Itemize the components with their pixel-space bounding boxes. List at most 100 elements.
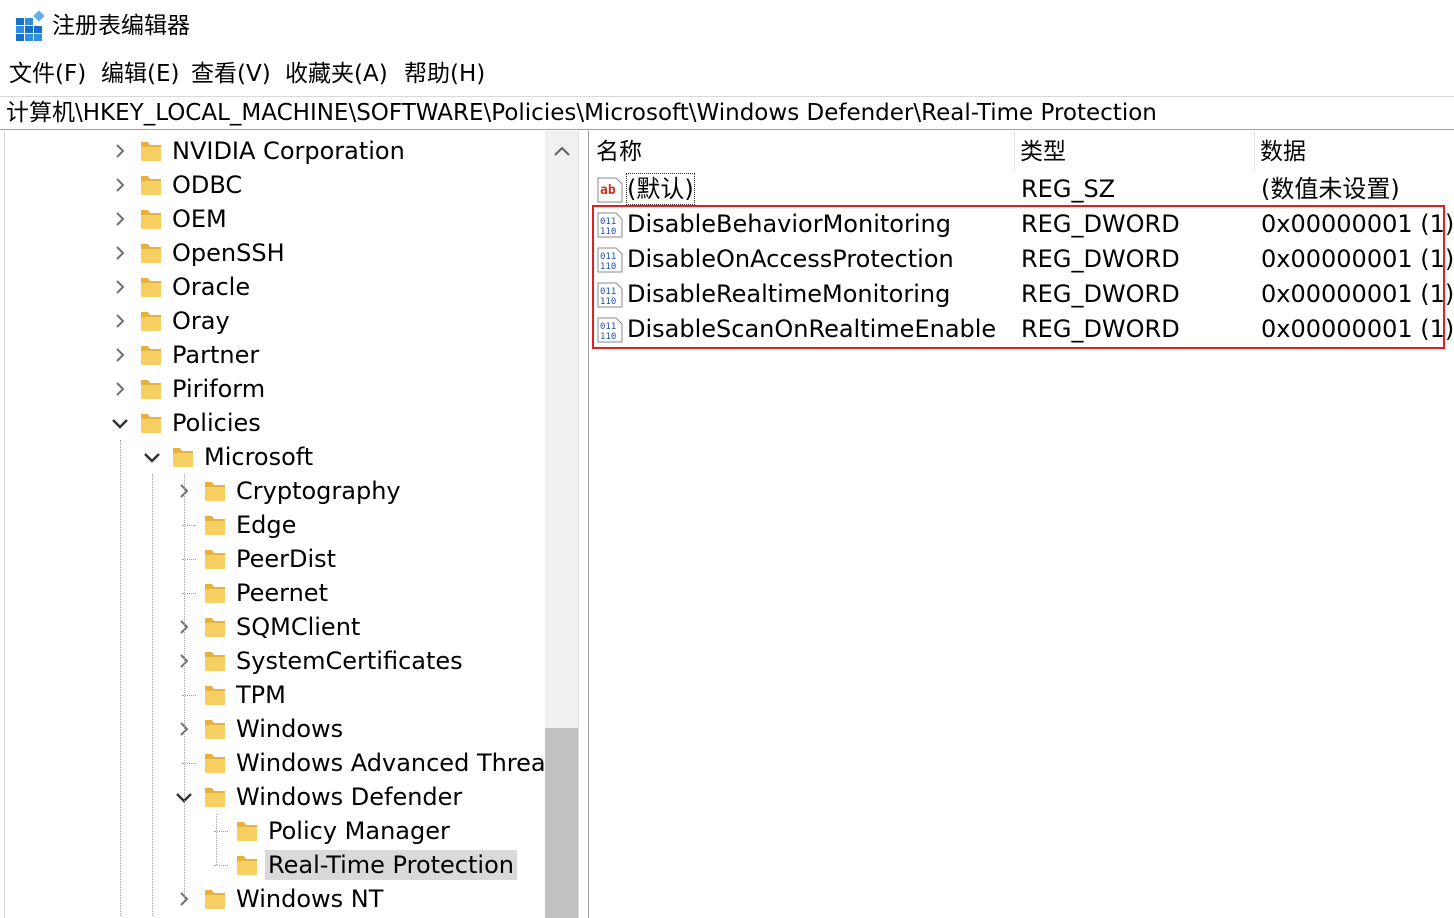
pane-splitter[interactable] [578, 131, 589, 918]
value-row[interactable]: 011 110 DisableRealtimeMonitoring REG_DWORD… [589, 277, 1454, 312]
svg-text:110: 110 [600, 332, 616, 342]
value-name: DisableScanOnRealtimeEnable [627, 315, 997, 343]
title-bar: 注册表编辑器 [0, 0, 1454, 52]
chevron-right-icon[interactable] [110, 277, 130, 297]
tree-item[interactable]: Peernet [0, 576, 545, 610]
value-type: REG_SZ [1021, 175, 1116, 203]
menu-edit[interactable]: 编辑(E) [101, 60, 179, 88]
tree-guide-line [184, 474, 185, 899]
folder-icon [140, 275, 162, 299]
binary-value-icon: 011110 [597, 317, 623, 343]
address-bar[interactable]: 计算机\HKEY_LOCAL_MACHINE\SOFTWARE\Policies… [0, 96, 1454, 130]
chevron-right-icon[interactable] [110, 175, 130, 195]
tree-item[interactable]: Microsoft [0, 440, 545, 474]
tree-item-label: SQMClient [236, 613, 361, 641]
menu-view[interactable]: 查看(V) [191, 60, 271, 88]
value-row[interactable]: 011 110 DisableScanOnRealtimeEnable REG_DWO… [589, 312, 1454, 347]
tree-item[interactable]: Cryptography [0, 474, 545, 508]
value-type: REG_DWORD [1021, 245, 1180, 273]
value-type: REG_DWORD [1021, 210, 1180, 238]
menu-bar: 文件(F) 编辑(E) 查看(V) 收藏夹(A) 帮助(H) [0, 56, 1454, 92]
chevron-down-icon[interactable] [110, 413, 130, 433]
folder-icon [140, 377, 162, 401]
tree-item[interactable]: TPM [0, 678, 545, 712]
tree-item-label: NVIDIA Corporation [172, 137, 405, 165]
tree-item[interactable]: Edge [0, 508, 545, 542]
tree-item-label: Windows [236, 715, 344, 743]
tree-item-label: Microsoft [204, 443, 314, 471]
tree-item[interactable]: SystemCertificates [0, 644, 545, 678]
folder-icon [236, 819, 258, 843]
tree-item[interactable]: SQMClient [0, 610, 545, 644]
binary-value-icon: 011110 [597, 282, 623, 308]
tree-item-label: Peernet [236, 579, 328, 607]
tree-guide-line [216, 814, 217, 865]
tree-item[interactable]: OpenSSH [0, 236, 545, 270]
tree-item[interactable]: NVIDIA Corporation [0, 134, 545, 168]
svg-text:011: 011 [600, 287, 616, 297]
folder-icon [140, 207, 162, 231]
tree-item[interactable]: Piriform [0, 372, 545, 406]
folder-icon [204, 547, 226, 571]
value-row[interactable]: 011 110 DisableOnAccessProtection REG_DWORD… [589, 242, 1454, 277]
tree-item-label: Edge [236, 511, 297, 539]
folder-icon [204, 751, 226, 775]
chevron-right-icon[interactable] [110, 209, 130, 229]
value-name: DisableBehaviorMonitoring [627, 210, 951, 238]
address-path[interactable]: 计算机\HKEY_LOCAL_MACHINE\SOFTWARE\Policies… [6, 98, 1157, 128]
column-name-header[interactable]: 名称 [596, 137, 642, 167]
folder-icon [140, 139, 162, 163]
tree-item[interactable]: Oray [0, 304, 545, 338]
svg-text:011: 011 [600, 217, 616, 227]
tree-item[interactable]: Partner [0, 338, 545, 372]
chevron-down-icon[interactable] [142, 447, 162, 467]
folder-icon [172, 445, 194, 469]
chevron-right-icon[interactable] [110, 311, 130, 331]
chevron-right-icon[interactable] [110, 345, 130, 365]
svg-text:011: 011 [600, 252, 616, 262]
tree-item-label: Cryptography [236, 477, 401, 505]
tree-item-label: SystemCertificates [236, 647, 463, 675]
menu-file[interactable]: 文件(F) [9, 60, 86, 88]
folder-icon [204, 785, 226, 809]
scroll-up-icon[interactable] [551, 141, 573, 163]
tree-item[interactable]: Oracle [0, 270, 545, 304]
tree-item[interactable]: Policies [0, 406, 545, 440]
svg-text:011: 011 [600, 322, 616, 332]
tree-item[interactable]: Policy Manager [0, 814, 545, 848]
tree-item[interactable]: PeerDist [0, 542, 545, 576]
chevron-right-icon[interactable] [110, 379, 130, 399]
tree-item[interactable]: Real-Time Protection [0, 848, 545, 882]
window-title: 注册表编辑器 [52, 13, 190, 39]
svg-text:110: 110 [600, 297, 616, 307]
binary-value-icon: 011110 [597, 247, 623, 273]
tree-item[interactable]: Windows NT [0, 882, 545, 916]
chevron-right-icon[interactable] [110, 243, 130, 263]
values-list: 名称 类型 数据 ab (默认) REG_SZ (数值未设置) 011 110 Disabl… [589, 131, 1454, 918]
tree-item[interactable]: ODBC [0, 168, 545, 202]
value-data: 0x00000001 (1) [1261, 315, 1454, 343]
tree-item[interactable]: Windows Defender [0, 780, 545, 814]
tree-scrollbar[interactable] [545, 131, 578, 918]
folder-icon [140, 241, 162, 265]
value-row[interactable]: 011 110 DisableBehaviorMonitoring REG_DWORD… [589, 207, 1454, 242]
binary-value-icon: 011110 [597, 212, 623, 238]
tree-item[interactable]: Windows Advanced Threat [0, 746, 555, 780]
value-row[interactable]: ab (默认) REG_SZ (数值未设置) [589, 172, 1454, 207]
value-data: 0x00000001 (1) [1261, 210, 1454, 238]
folder-icon [204, 717, 226, 741]
column-separator[interactable] [1254, 131, 1255, 171]
tree-item-label: Oray [172, 307, 230, 335]
column-separator[interactable] [1014, 131, 1015, 171]
chevron-right-icon[interactable] [110, 141, 130, 161]
column-data-header[interactable]: 数据 [1260, 137, 1306, 167]
menu-help[interactable]: 帮助(H) [404, 60, 485, 88]
tree-item[interactable]: Windows [0, 712, 545, 746]
folder-icon [204, 513, 226, 537]
menu-favorites[interactable]: 收藏夹(A) [285, 60, 388, 88]
scroll-thumb[interactable] [545, 728, 578, 918]
column-type-header[interactable]: 类型 [1020, 137, 1066, 167]
folder-icon [204, 683, 226, 707]
tree-item[interactable]: OEM [0, 202, 545, 236]
folder-icon [236, 853, 258, 877]
